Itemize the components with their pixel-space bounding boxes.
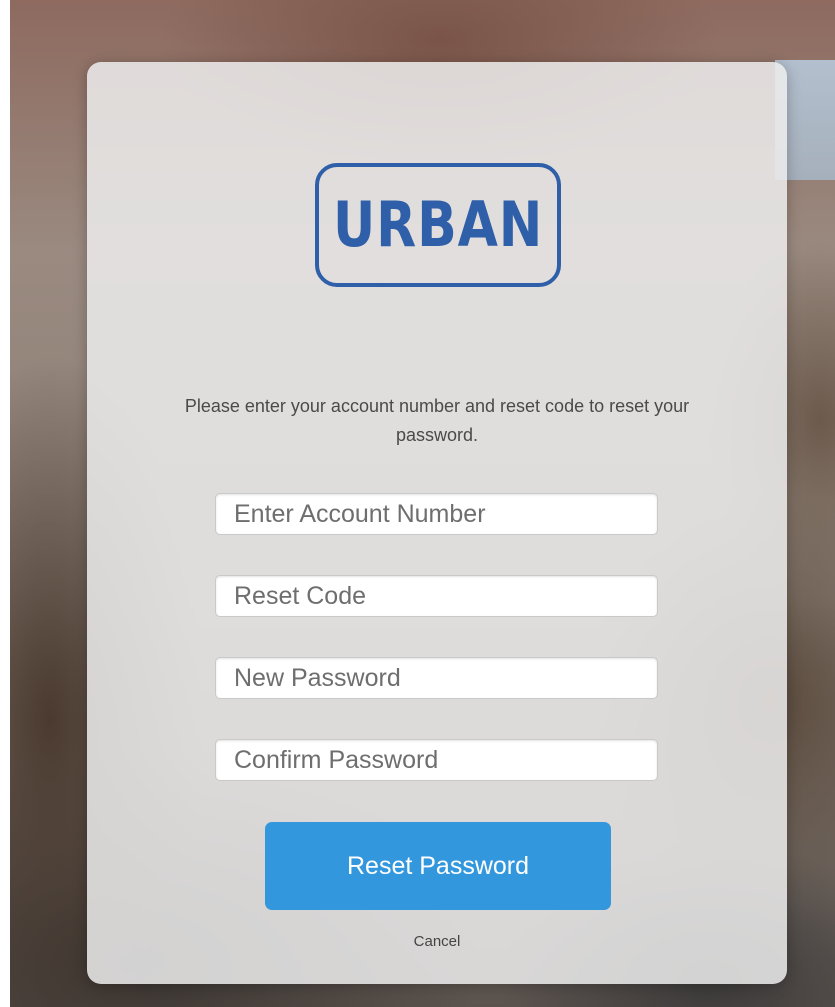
urban-logo: URBAN <box>315 163 561 287</box>
reset-password-button[interactable]: Reset Password <box>265 822 611 910</box>
reset-code-input[interactable] <box>215 575 658 617</box>
logo-text: URBAN <box>332 188 544 261</box>
new-password-input[interactable] <box>215 657 658 699</box>
reset-password-card: URBAN Please enter your account number a… <box>87 62 787 984</box>
account-number-input[interactable] <box>215 493 658 535</box>
cancel-link[interactable]: Cancel <box>337 933 537 950</box>
confirm-password-input[interactable] <box>215 739 658 781</box>
instructions-text: Please enter your account number and res… <box>184 396 690 445</box>
